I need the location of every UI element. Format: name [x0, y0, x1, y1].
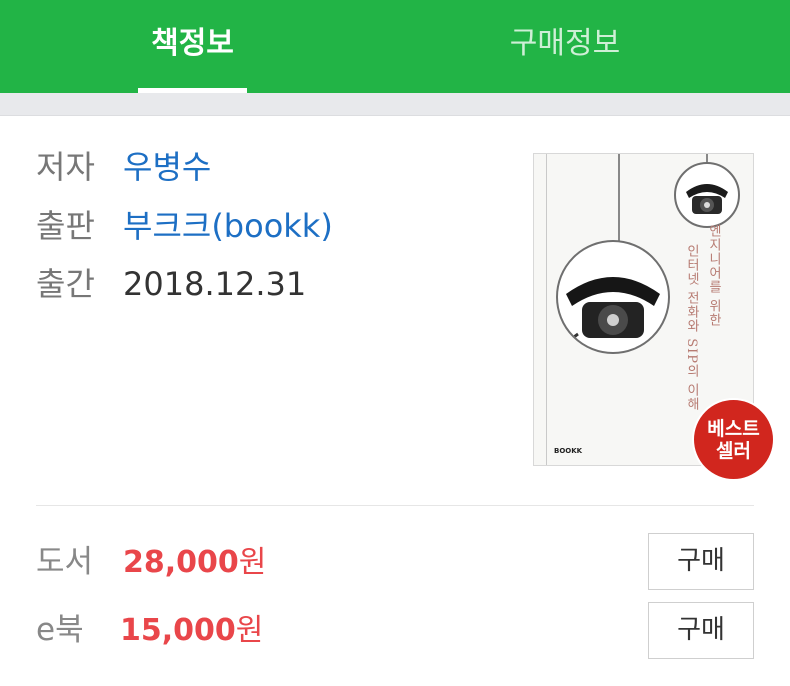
publisher-row: 출판 부크크(bookk) [36, 204, 333, 248]
divider [36, 505, 754, 506]
badge-line2: 셀러 [716, 439, 751, 462]
badge-line1: 베스트 [707, 417, 760, 440]
buy-print-button[interactable]: 구매 [648, 533, 754, 590]
ebook-price-amount: 15,000 [120, 613, 236, 648]
tab-purchase-info-label: 구매정보 [509, 26, 621, 61]
print-price-unit: 원 [238, 545, 267, 580]
tab-book-info[interactable]: 책정보 [138, 0, 247, 93]
publish-date: 2018.12.31 [123, 265, 307, 303]
tab-bar: 책정보 구매정보 [0, 0, 790, 93]
print-price-label: 도서 [36, 544, 94, 580]
rotary-phone-icon [674, 162, 740, 228]
publisher-link[interactable]: 부크크(bookk) [123, 207, 333, 245]
print-price-amount: 28,000 [123, 545, 239, 580]
publisher-label: 출판 [36, 207, 95, 245]
tab-purchase-info[interactable]: 구매정보 [490, 0, 640, 93]
section-separator [0, 93, 790, 116]
tab-book-info-label: 책정보 [151, 26, 234, 61]
cover-title-line1: 엔지니어를 위한 [706, 224, 721, 328]
cover-spine [546, 154, 547, 465]
ebook-price-row: e북 15,000원 [36, 608, 263, 657]
ebook-price-unit: 원 [235, 613, 264, 648]
cover-publisher-mark: BOOKK [554, 447, 583, 455]
date-row: 출간 2018.12.31 [36, 262, 306, 306]
author-link[interactable]: 우병수 [123, 148, 211, 186]
author-row: 저자 우병수 [36, 145, 211, 189]
date-label: 출간 [36, 265, 95, 303]
print-price-row: 도서 28,000원 [36, 540, 266, 589]
ebook-price-label: e북 [36, 612, 84, 648]
bestseller-badge: 베스트 셀러 [692, 398, 775, 481]
buy-ebook-button[interactable]: 구매 [648, 602, 754, 659]
cover-title-line2: 인터넷 전화와 SIP의 이해 [684, 244, 699, 412]
author-label: 저자 [36, 148, 95, 186]
cover-cord [618, 154, 620, 242]
rotary-phone-icon [556, 240, 670, 354]
